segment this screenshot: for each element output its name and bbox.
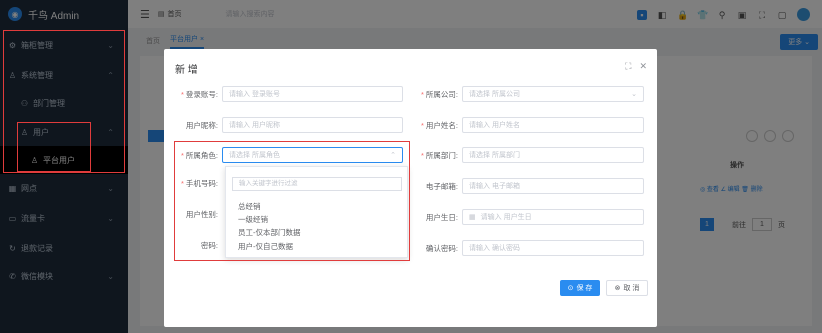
company-select[interactable]: 请选择 所属公司 ⌄ <box>462 86 644 102</box>
field-label: * 用户姓名: <box>420 120 458 130</box>
field-nickname: 用户昵称: 请输入 用户昵称 <box>164 117 403 133</box>
nickname-input[interactable]: 请输入 用户昵称 <box>222 117 403 133</box>
dialog-title: 新 增 <box>175 65 198 76</box>
dropdown-option[interactable]: 用户-仅自己数据 <box>238 241 293 252</box>
save-button[interactable]: ⊙ 保 存 <box>560 280 600 296</box>
calendar-icon: ▦ <box>469 214 476 221</box>
dropdown-option[interactable]: 总经销 <box>238 201 261 212</box>
realname-input[interactable]: 请输入 用户姓名 <box>462 117 644 133</box>
confirm-password-input[interactable]: 请输入 确认密码 <box>462 240 644 256</box>
field-label: * 所属部门: <box>420 150 458 160</box>
close-icon[interactable]: ✕ <box>639 61 647 72</box>
field-label: * 登录账号: <box>180 89 218 99</box>
fullscreen-icon[interactable]: ⛶ <box>625 61 631 72</box>
field-label: 用户昵称: <box>185 120 218 130</box>
field-account: * 登录账号: 请输入 登录账号 <box>164 86 403 102</box>
field-gender: 用户性别: <box>164 209 222 220</box>
dropdown-option[interactable]: 员工-仅本部门数据 <box>238 227 301 238</box>
field-phone: * 手机号码: <box>164 178 222 189</box>
field-realname: * 用户姓名: 请输入 用户姓名 <box>404 117 644 133</box>
dialog-icons: ⛶ ✕ <box>625 61 647 72</box>
field-label: * 手机号码: <box>180 179 218 188</box>
field-label: * 所属公司: <box>420 89 458 99</box>
check-icon: ⊙ <box>567 285 574 292</box>
field-birthday: 用户生日: ▦ 请输入 用户生日 <box>404 209 644 225</box>
account-input[interactable]: 请输入 登录账号 <box>222 86 403 102</box>
field-email: 电子邮箱: 请输入 电子邮箱 <box>404 178 644 194</box>
role-dropdown: 输入关键字进行过滤 总经销 一级经销 员工-仅本部门数据 用户-仅自己数据 <box>225 166 408 258</box>
dept-input[interactable]: 请选择 所属部门 <box>462 147 644 163</box>
role-select[interactable]: 请选择 所属角色 ⌃ <box>222 147 403 163</box>
field-dept: * 所属部门: 请选择 所属部门 <box>404 147 644 163</box>
cancel-icon: ⊗ <box>614 285 621 292</box>
chevron-down-icon: ⌄ <box>631 91 637 98</box>
field-password: 密码: <box>164 240 222 251</box>
field-label: 密码: <box>200 241 218 250</box>
dropdown-filter-input[interactable]: 输入关键字进行过滤 <box>232 177 402 191</box>
chevron-up-icon: ⌃ <box>390 152 396 159</box>
birthday-input[interactable]: ▦ 请输入 用户生日 <box>462 209 644 225</box>
field-label: * 所属角色: <box>180 150 218 160</box>
field-label: 确认密码: <box>425 243 458 253</box>
field-role: * 所属角色: 请选择 所属角色 ⌃ <box>164 147 403 163</box>
dropdown-option[interactable]: 一级经销 <box>238 214 268 225</box>
field-confirm: 确认密码: 请输入 确认密码 <box>404 240 644 256</box>
email-input[interactable]: 请输入 电子邮箱 <box>462 178 644 194</box>
field-company: * 所属公司: 请选择 所属公司 ⌄ <box>404 86 644 102</box>
cancel-button[interactable]: ⊗ 取 消 <box>606 280 648 296</box>
field-label: 电子邮箱: <box>425 181 458 191</box>
field-label: 用户性别: <box>185 210 218 219</box>
field-label: 用户生日: <box>425 212 458 222</box>
